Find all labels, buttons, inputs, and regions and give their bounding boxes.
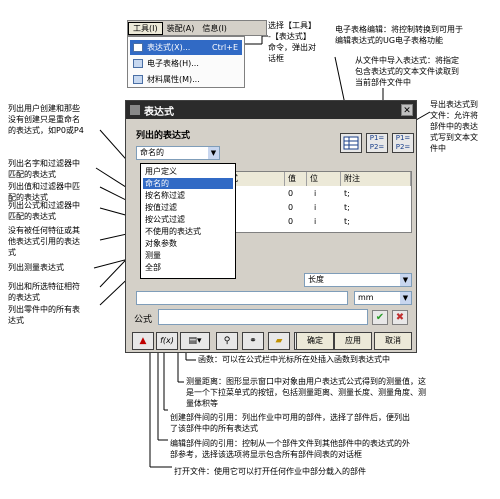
edit-interpart-button[interactable]: ⚭ xyxy=(242,332,264,350)
annotation-user-defined: 列出用户创建和那些 没有创建只是重命名 的表达式，如P0或P4 xyxy=(8,104,84,135)
expression-dialog: 表达式 ✕ 列出的表达式 命名的 ▼ P1= P2= P1= P2= 式 值 位… xyxy=(125,100,417,353)
filter-option[interactable]: 不使用的表达式 xyxy=(143,226,233,237)
menu-item-expression[interactable]: 表达式(X)... Ctrl+E xyxy=(130,40,242,55)
chevron-down-icon: ▼ xyxy=(400,274,411,286)
filter-option[interactable]: 全部 xyxy=(143,262,233,273)
filter-option[interactable]: 按名称过滤 xyxy=(143,190,233,201)
check-icon[interactable]: ✔ xyxy=(372,310,388,325)
column-header-value[interactable]: 值 xyxy=(285,172,307,186)
tools-dropdown: 表达式(X)... Ctrl+E 电子表格(H)... 材料属性(M)... xyxy=(127,36,245,88)
table-cell[interactable]: t; xyxy=(341,216,350,228)
annotation-import: 从文件中导入表达式：将指定 包含表达式的文本文件读取到 当前部件文件中 xyxy=(355,56,459,87)
filter-select[interactable]: 命名的 ▼ xyxy=(136,146,220,160)
apply-button[interactable]: 应用 xyxy=(334,332,372,350)
menu-item-material[interactable]: 材料属性(M)... xyxy=(130,72,242,87)
formula-label: 公式 xyxy=(134,315,153,325)
ok-button[interactable]: 确定 xyxy=(296,332,334,350)
annotation-open-file: 打开文件：使用它可以打开任何作业中部分载入的部件 xyxy=(174,467,366,476)
measure-button[interactable]: ▤▾ xyxy=(180,332,210,350)
chevron-down-icon: ▼ xyxy=(208,147,219,159)
spreadsheet-icon xyxy=(133,59,143,68)
table-cell[interactable]: 0 xyxy=(285,188,293,200)
annotation-export: 导出表达式到 文件：允许将 部件中的表达 式写到文本文 件中 xyxy=(430,100,478,153)
type-select[interactable]: 长度 ▼ xyxy=(304,273,412,287)
annotation-spreadsheet: 电子表格编辑：将控制转换到可用于 编辑表达式的UG电子表格功能 xyxy=(335,25,463,45)
expression-icon xyxy=(133,43,143,52)
dialog-title: 表达式 xyxy=(144,106,174,118)
table-cell[interactable]: 0 xyxy=(285,202,293,214)
material-icon xyxy=(133,75,143,84)
table-cell[interactable]: 0 xyxy=(285,216,293,228)
expression-table: 式 值 位 附注 0 i t; 0 i t; 0 i t; xyxy=(226,171,412,233)
measure-icon: ▤▾ xyxy=(188,336,202,346)
annotation-object-params: 列出和所选特征相符 的表达式 xyxy=(8,282,80,302)
table-cell[interactable]: t; xyxy=(341,202,350,214)
filter-option[interactable]: 对象参数 xyxy=(143,238,233,249)
unit-select[interactable]: mm ▼ xyxy=(354,291,412,305)
table-cell[interactable]: t; xyxy=(341,188,350,200)
delete-expression-button[interactable]: ▲ xyxy=(132,332,154,350)
column-header-note[interactable]: 附注 xyxy=(341,172,411,186)
delete-icon[interactable]: ✖ xyxy=(392,310,408,325)
triangle-icon: ▲ xyxy=(139,336,147,346)
spreadsheet-icon xyxy=(343,136,359,150)
close-button[interactable]: ✕ xyxy=(401,104,413,116)
menu-info[interactable]: 信息(I) xyxy=(198,23,231,34)
table-cell[interactable]: i xyxy=(311,202,316,214)
menu-item-spreadsheet[interactable]: 电子表格(H)... xyxy=(130,56,242,71)
list-group-label: 列出的表达式 xyxy=(136,131,191,141)
cancel-button[interactable]: 取消 xyxy=(374,332,412,350)
annotation-select-tools: 选择【工具】 -【表达式】 命令，弹出对 话框 xyxy=(268,21,316,63)
annotation-function: 函数：可以在公式栏中光标所在处插入函数到表达式中 xyxy=(198,355,390,364)
filter-option[interactable]: 用户定义 xyxy=(143,166,233,177)
export-expressions-button[interactable]: P1= P2= xyxy=(392,133,414,153)
filter-option[interactable]: 按公式过滤 xyxy=(143,214,233,225)
function-button[interactable]: f(x) xyxy=(156,332,178,350)
dialog-icon xyxy=(130,105,140,115)
name-input[interactable] xyxy=(136,291,348,305)
filter-options-list: 用户定义 命名的 按名称过滤 按值过滤 按公式过滤 不使用的表达式 对象参数 测… xyxy=(140,163,236,279)
edit-link-icon: ⚭ xyxy=(249,336,257,346)
import-expressions-button[interactable]: P1= P2= xyxy=(366,133,388,153)
annotation-measure-distance: 测量距离：图形显示窗口中对象由用户表达式公式得到的测量值，这 是一个下拉菜单式的… xyxy=(186,377,426,408)
annotation-by-formula: 列出公式和过滤器中 匹配的表达式 xyxy=(8,201,80,221)
folder-icon: ▰ xyxy=(275,336,283,346)
spreadsheet-edit-button[interactable] xyxy=(340,133,362,153)
annotation-interpart: 创建部件间的引用：列出作业中可用的部件，选择了部件后，便列出 了该部件中的所有表… xyxy=(170,413,410,433)
annotation-all: 列出零件中的所有表 达式 xyxy=(8,305,80,325)
shortcut-label: Ctrl+E xyxy=(212,43,238,52)
filter-option[interactable]: 按值过滤 xyxy=(143,202,233,213)
annotation-unused: 没有被任何特征或其 他表达式引用的表达 式 xyxy=(8,226,80,257)
table-cell[interactable]: i xyxy=(311,188,316,200)
annotation-measure: 列出测量表达式 xyxy=(8,263,64,272)
column-header-unit[interactable]: 位 xyxy=(307,172,341,186)
menu-bar: 工具(I) 装配(A) 信息(I) xyxy=(127,20,267,36)
filter-option[interactable]: 测量 xyxy=(143,250,233,261)
dialog-titlebar: 表达式 ✕ xyxy=(126,101,416,119)
chevron-down-icon: ▼ xyxy=(400,292,411,304)
menu-assembly[interactable]: 装配(A) xyxy=(163,23,199,34)
annotation-edit-interpart: 编辑部件间的引用：控制从一个部件文件到其他部件中的表达式的外 部参考，选择该选项… xyxy=(170,439,410,459)
link-icon: ⚲ xyxy=(223,336,231,346)
annotation-by-name: 列出名字和过滤器中 匹配的表达式 xyxy=(8,159,80,179)
interpart-reference-button[interactable]: ⚲ xyxy=(216,332,238,350)
filter-option-selected[interactable]: 命名的 xyxy=(143,178,233,189)
table-cell[interactable]: i xyxy=(311,216,316,228)
open-file-button[interactable]: ▰ xyxy=(268,332,290,350)
formula-input[interactable] xyxy=(158,309,368,325)
menu-tools[interactable]: 工具(I) xyxy=(128,21,163,35)
